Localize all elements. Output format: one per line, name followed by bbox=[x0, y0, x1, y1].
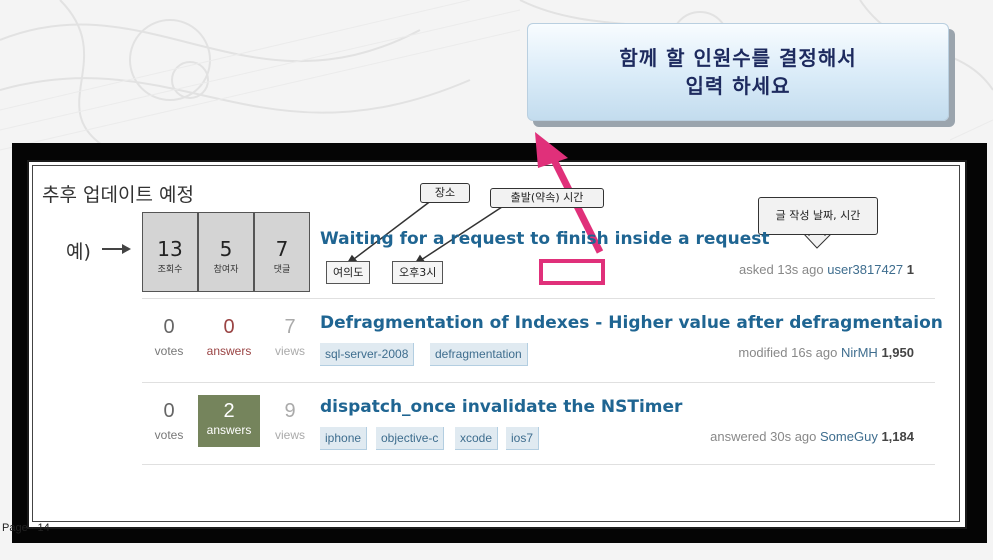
question-meta-3: answered 30s ago SomeGuy 1,184 bbox=[710, 429, 914, 444]
answers-label: answers bbox=[206, 423, 252, 437]
meta-user[interactable]: NirMH bbox=[841, 345, 878, 360]
meta-action: asked 13s ago bbox=[739, 262, 824, 277]
votes-count: 0 bbox=[163, 400, 175, 422]
tag-xcode[interactable]: xcode bbox=[455, 427, 499, 450]
meta-action: modified 16s ago bbox=[738, 345, 838, 360]
answered-badge: 2 answers bbox=[198, 395, 260, 447]
row-divider bbox=[142, 298, 935, 299]
question-meta-1: asked 13s ago user3817427 1 bbox=[739, 262, 914, 277]
votes-count: 0 bbox=[163, 316, 175, 338]
meta-user[interactable]: SomeGuy bbox=[820, 429, 878, 444]
meta-rep: 1 bbox=[906, 262, 914, 277]
views-label: views bbox=[274, 428, 305, 442]
votes-label: votes bbox=[154, 344, 184, 358]
question-title-2[interactable]: Defragmentation of Indexes - Higher valu… bbox=[320, 313, 943, 333]
tag-defragmentation[interactable]: defragmentation bbox=[430, 343, 528, 366]
answers-label: answers bbox=[206, 344, 252, 358]
headcount-input-highlight[interactable] bbox=[539, 259, 605, 285]
meta-user[interactable]: user3817427 bbox=[827, 262, 903, 277]
views-count: 7 bbox=[284, 316, 296, 338]
tag-sql-server-2008[interactable]: sql-server-2008 bbox=[320, 343, 415, 366]
votes-label: votes bbox=[154, 428, 184, 442]
row-divider bbox=[142, 382, 935, 383]
answers-count: 0 bbox=[223, 316, 235, 338]
row-divider bbox=[142, 464, 935, 465]
question-meta-2: modified 16s ago NirMH 1,950 bbox=[738, 345, 914, 360]
tag-ios7[interactable]: ios7 bbox=[506, 427, 540, 450]
post-time-annotation: 글 작성 날짜, 시간 bbox=[758, 197, 878, 235]
annotation-arrows bbox=[344, 132, 834, 268]
meta-rep: 1,950 bbox=[881, 345, 914, 360]
views-label: views bbox=[274, 344, 305, 358]
question-title-3[interactable]: dispatch_once invalidate the NSTimer bbox=[320, 397, 682, 417]
page-number: Page · 14 bbox=[2, 522, 50, 534]
views-count: 9 bbox=[284, 400, 296, 422]
tag-iphone[interactable]: iphone bbox=[320, 427, 368, 450]
meta-rep: 1,184 bbox=[881, 429, 914, 444]
place-tag[interactable]: 여의도 bbox=[326, 261, 371, 284]
answers-count: 2 bbox=[223, 400, 235, 422]
question-title-1[interactable]: Waiting for a request to finish inside a… bbox=[320, 229, 769, 249]
tag-objective-c[interactable]: objective-c bbox=[376, 427, 445, 450]
time-tag[interactable]: 오후3시 bbox=[392, 261, 444, 284]
place-annotation: 장소 bbox=[420, 183, 470, 203]
meta-action: answered 30s ago bbox=[710, 429, 817, 444]
departure-time-annotation: 출발(약속) 시간 bbox=[490, 188, 604, 208]
